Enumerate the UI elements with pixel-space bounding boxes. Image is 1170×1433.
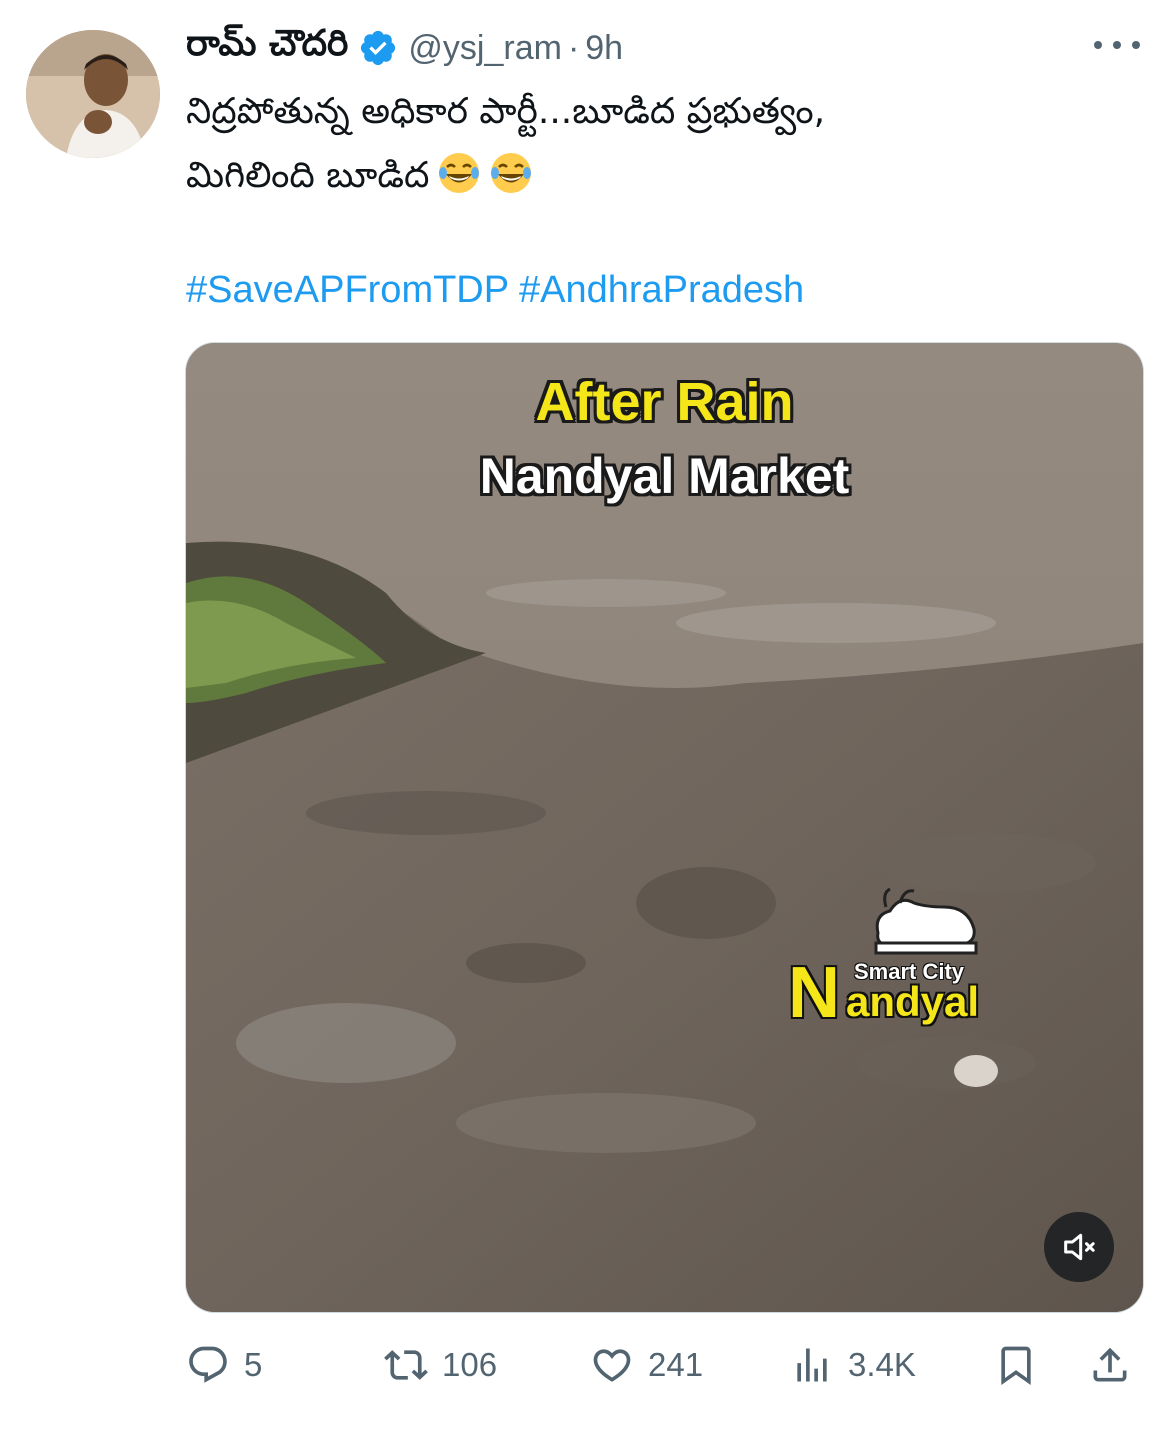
tweet-text-line-2-text: మిగిలింది బూడిద bbox=[186, 155, 430, 196]
handle[interactable]: @ysj_ram bbox=[408, 29, 562, 68]
more-dot bbox=[1113, 41, 1121, 49]
more-dot bbox=[1094, 41, 1102, 49]
volume-muted-icon bbox=[1064, 1233, 1095, 1261]
heart-icon bbox=[593, 1349, 631, 1382]
display-name[interactable]: రామ్ చౌదరి bbox=[186, 23, 348, 73]
video-player[interactable]: After Rain Nandyal Market Smart City N a… bbox=[185, 342, 1144, 1313]
tweet-text-line-2: మిగిలింది బూడిద bbox=[186, 144, 1146, 208]
video-overlay-subtitle: Nandyal Market bbox=[479, 448, 850, 504]
watermark-rest: andyal bbox=[846, 978, 980, 1025]
like-button[interactable]: 241 bbox=[590, 1330, 703, 1400]
repost-button[interactable]: 106 bbox=[384, 1330, 497, 1400]
tweet[interactable]: రామ్ చౌదరి @ysj_ram · 9h నిద్రపోతున్న అధ… bbox=[0, 0, 1170, 1433]
views-icon bbox=[797, 1348, 827, 1382]
separator-dot: · bbox=[567, 28, 580, 67]
bull-logo-icon bbox=[874, 887, 978, 955]
video-overlay-title: After Rain bbox=[535, 372, 794, 432]
tweet-text: నిద్రపోతున్న అధికార పార్టీ...బూడిద ప్రభు… bbox=[186, 80, 1146, 208]
smart-city-watermark: Smart City N andyal bbox=[782, 877, 1012, 1033]
verified-badge-icon[interactable] bbox=[358, 28, 398, 68]
action-bar: 5 106 241 3.4K bbox=[186, 1330, 1146, 1400]
bookmark-button[interactable] bbox=[994, 1330, 1038, 1400]
laughing-emoji-icon bbox=[489, 151, 533, 195]
mute-button[interactable] bbox=[1044, 1212, 1114, 1282]
avatar[interactable] bbox=[26, 30, 160, 158]
more-options-icon[interactable] bbox=[1094, 30, 1140, 60]
hashtag-link[interactable]: #AndhraPradesh bbox=[519, 269, 804, 311]
reply-count: 5 bbox=[244, 1346, 263, 1383]
laughing-emoji-icon bbox=[437, 151, 481, 195]
more-dot bbox=[1132, 41, 1140, 49]
tweet-text-line-1: నిద్రపోతున్న అధికార పార్టీ...బూడిద ప్రభు… bbox=[186, 91, 826, 132]
repost-count: 106 bbox=[442, 1346, 498, 1383]
reply-icon bbox=[189, 1346, 227, 1383]
tweet-header: రామ్ చౌదరి @ysj_ram · 9h bbox=[186, 22, 623, 74]
bookmark-icon bbox=[1001, 1346, 1031, 1386]
repost-icon bbox=[384, 1350, 428, 1380]
timestamp[interactable]: 9h bbox=[585, 29, 623, 68]
hashtags: #SaveAPFromTDP #AndhraPradesh bbox=[186, 262, 804, 318]
share-icon bbox=[1093, 1347, 1127, 1382]
watermark-big-letter: N bbox=[788, 953, 840, 1033]
views-count: 3.4K bbox=[848, 1346, 916, 1383]
views-button[interactable]: 3.4K bbox=[790, 1330, 916, 1400]
reply-button[interactable]: 5 bbox=[186, 1330, 262, 1400]
share-button[interactable] bbox=[1088, 1330, 1132, 1400]
hashtag-link[interactable]: #SaveAPFromTDP bbox=[186, 269, 508, 311]
like-count: 241 bbox=[648, 1346, 704, 1383]
